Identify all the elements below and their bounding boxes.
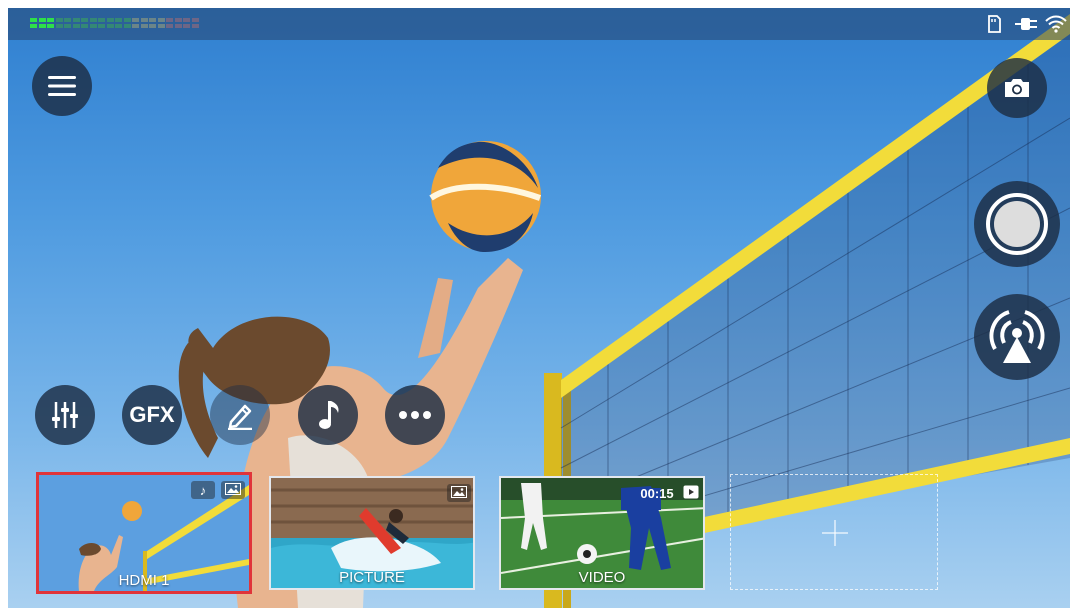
meter-cell (174, 18, 182, 22)
image-icon (225, 482, 241, 498)
meter-cell (115, 18, 122, 22)
sd-card-icon (984, 14, 1004, 34)
meter-cell (55, 24, 63, 28)
meter-cell (89, 18, 97, 22)
meter-cell (157, 24, 165, 28)
source-thumb-picture[interactable]: PICTURE (269, 476, 475, 590)
source-thumb-video[interactable]: 00:15 VIDEO (499, 476, 705, 590)
live-preview: GFX ♪ HDMI 1 PICTURE 00:15 VIDEO (8, 8, 1070, 608)
annotate-button[interactable] (210, 385, 270, 445)
source-label: HDMI 1 (118, 572, 170, 589)
meter-cell (191, 24, 199, 28)
meter-cell (47, 24, 54, 28)
image-badge (447, 484, 471, 502)
meter-cell (38, 18, 46, 22)
meter-cell (106, 24, 114, 28)
meter-cell (81, 18, 88, 22)
meter-cell (98, 18, 105, 22)
more-dots-icon (398, 410, 432, 420)
audio-level-meter (30, 18, 200, 30)
meter-cell (183, 24, 190, 28)
meter-cell (38, 24, 46, 28)
meter-cell (140, 18, 148, 22)
meter-cell (106, 18, 114, 22)
stream-button[interactable] (974, 294, 1060, 380)
music-note-icon (314, 399, 342, 431)
more-button[interactable] (385, 385, 445, 445)
meter-cell (166, 18, 173, 22)
snapshot-button[interactable] (987, 58, 1047, 118)
power-plug-icon (1014, 14, 1040, 34)
meter-cell (123, 24, 131, 28)
plus-icon (822, 520, 848, 551)
source-label: VIDEO (578, 569, 626, 586)
pen-icon (225, 400, 255, 430)
meter-cell (183, 18, 190, 22)
status-bar (8, 8, 1070, 40)
music-button[interactable] (298, 385, 358, 445)
meter-cell (30, 18, 37, 22)
meter-cell (157, 18, 165, 22)
music-note-icon: ♪ (199, 482, 207, 498)
audio-badge: ♪ (191, 481, 215, 499)
meter-cell (55, 18, 63, 22)
meter-cell (115, 24, 122, 28)
meter-cell (81, 24, 88, 28)
meter-cell (30, 24, 37, 28)
menu-button[interactable] (32, 56, 92, 116)
meter-cell (149, 24, 156, 28)
record-icon (984, 191, 1050, 257)
duration-badge: 00:15 (637, 484, 677, 502)
source-thumb-hdmi1[interactable]: ♪ HDMI 1 (36, 472, 252, 594)
record-button[interactable] (974, 181, 1060, 267)
meter-cell (47, 18, 54, 22)
mixer-sliders-icon (50, 400, 80, 430)
play-icon (683, 485, 699, 502)
meter-cell (166, 24, 173, 28)
audio-mixer-button[interactable] (35, 385, 95, 445)
meter-cell (72, 18, 80, 22)
meter-cell (132, 18, 139, 22)
meter-cell (64, 18, 71, 22)
meter-cell (174, 24, 182, 28)
meter-cell (72, 24, 80, 28)
camera-icon (1002, 76, 1032, 100)
menu-icon (48, 75, 76, 97)
meter-cell (149, 18, 156, 22)
wifi-icon (1044, 14, 1068, 34)
meter-cell (98, 24, 105, 28)
image-icon (451, 485, 467, 501)
meter-cell (191, 18, 199, 22)
broadcast-icon (985, 307, 1049, 367)
video-duration: 00:15 (640, 485, 674, 501)
gfx-label: GFX (129, 402, 175, 427)
meter-cell (89, 24, 97, 28)
add-source-slot[interactable] (730, 474, 938, 590)
gfx-button[interactable]: GFX (122, 385, 182, 445)
video-type-badge (681, 484, 701, 502)
meter-cell (132, 24, 139, 28)
meter-cell (140, 24, 148, 28)
image-badge (221, 481, 245, 499)
meter-cell (64, 24, 71, 28)
meter-cell (123, 18, 131, 22)
source-label: PICTURE (339, 569, 405, 586)
